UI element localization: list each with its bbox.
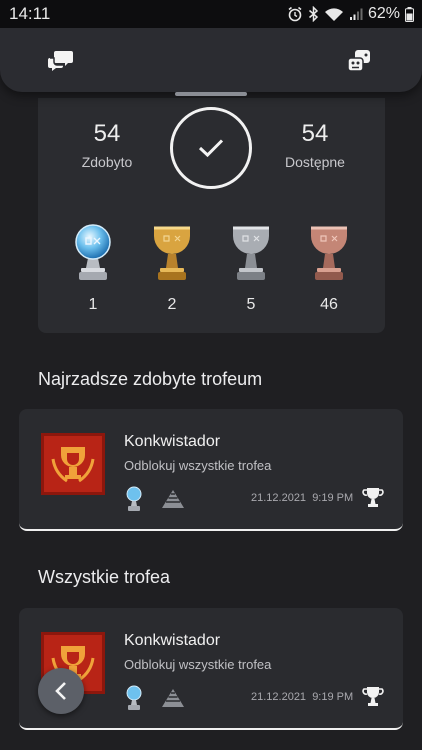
battery-percent: 62% — [367, 5, 400, 22]
trophy-description: Odblokuj wszystkie trofea — [124, 657, 272, 672]
check-icon — [198, 139, 224, 158]
silver-count: 5 — [246, 296, 256, 313]
signal-icon — [349, 8, 363, 20]
platinum-grade-badge — [125, 486, 143, 517]
all-trophies-section-title: Wszystkie trofea — [38, 567, 171, 587]
earned-count: 54 — [93, 120, 121, 147]
back-button[interactable] — [38, 668, 84, 714]
rarity-pyramid-icon — [162, 689, 184, 707]
platinum-trophy: 1 — [63, 222, 123, 314]
platinum-grade-badge — [125, 685, 143, 716]
platinum-trophy-icon — [126, 486, 142, 511]
time-text: 9:19 PM — [312, 691, 354, 703]
chat-bubbles-icon — [48, 51, 73, 71]
trophy-grade-row: 1 2 5 46 — [38, 222, 385, 322]
platinum-trophy-icon — [126, 685, 142, 710]
available-count: 54 — [301, 120, 329, 147]
gold-trophy-icon — [154, 226, 190, 280]
trophy-description: Odblokuj wszystkie trofea — [124, 458, 272, 473]
bronze-trophy-icon — [311, 226, 347, 280]
earned-stat: 54 Zdobyto — [62, 120, 152, 170]
trophy-thumbnail — [38, 430, 108, 498]
trophy-name: Konkwistador — [124, 632, 221, 649]
platinum-trophy-icon — [75, 224, 111, 280]
trophy-emblem-icon — [38, 430, 108, 498]
chevron-left-icon — [55, 682, 66, 700]
time-text: 9:19 PM — [312, 492, 354, 504]
rarity-pyramid — [161, 489, 185, 514]
status-icons: 62% — [287, 5, 414, 23]
trophy-summary-card: 54 Zdobyto 54 Dostępne 1 2 5 46 — [38, 98, 385, 333]
trophy-earned-date: 21.12.2021 9:19 PM — [251, 492, 353, 504]
silver-trophy-icon — [233, 226, 269, 280]
gold-count: 2 — [167, 296, 177, 313]
earned-cup — [362, 486, 384, 513]
drag-handle[interactable] — [175, 92, 247, 96]
battery-icon — [405, 6, 414, 22]
trophy-cup-icon — [362, 687, 384, 706]
game-pad-button[interactable] — [342, 44, 376, 78]
available-label: Dostępne — [285, 154, 345, 170]
rarity-pyramid — [161, 688, 185, 713]
chat-button[interactable] — [44, 44, 78, 78]
alarm-icon — [288, 6, 302, 22]
date-text: 21.12.2021 — [251, 492, 307, 504]
trophy-list-item[interactable]: Konkwistador Odblokuj wszystkie trofea 2… — [19, 608, 403, 730]
top-header — [0, 28, 422, 92]
silver-trophy: 5 — [221, 222, 281, 314]
earned-cup — [362, 685, 384, 712]
date-text: 21.12.2021 — [251, 691, 307, 703]
trophy-name: Konkwistador — [124, 433, 221, 450]
rarest-trophy-card[interactable]: Konkwistador Odblokuj wszystkie trofea 2… — [19, 409, 403, 531]
trophy-earned-date: 21.12.2021 9:19 PM — [251, 691, 353, 703]
rarity-pyramid-icon — [162, 490, 184, 508]
wifi-icon — [324, 7, 343, 21]
available-stat: 54 Dostępne — [270, 120, 360, 170]
rarest-section-title: Najrzadsze zdobyte trofeum — [38, 369, 263, 389]
game-pad-icon — [347, 50, 370, 72]
status-bar: 14:11 62% — [0, 0, 422, 28]
platinum-count: 1 — [88, 296, 98, 313]
trophy-cup-icon — [362, 488, 384, 507]
gold-trophy: 2 — [142, 222, 202, 314]
bronze-count: 46 — [320, 296, 338, 313]
earned-label: Zdobyto — [81, 154, 133, 170]
bronze-trophy: 46 — [299, 222, 359, 314]
completion-check — [170, 107, 252, 189]
status-time: 14:11 — [9, 4, 51, 23]
bluetooth-icon — [308, 6, 319, 22]
